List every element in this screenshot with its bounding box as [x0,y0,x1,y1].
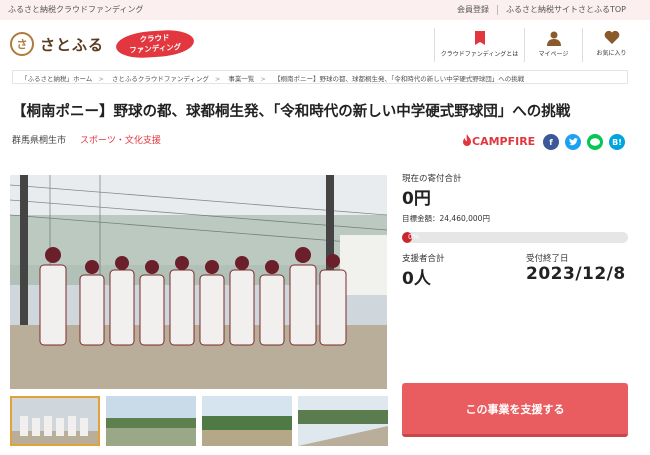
share-buttons: f B! [543,134,631,150]
nav-favorites[interactable]: お気に入り [582,28,640,62]
progress-percent: 0% [408,233,420,241]
prefecture-label[interactable]: 群馬県桐生市 [12,133,66,146]
site-header: さ さとふる クラウド ファンディング クラウドファンディングとは マイページ … [0,20,650,68]
satofull-top-link[interactable]: ふるさと納税サイトさとふるTOP [498,4,634,15]
breadcrumb-crowdfunding[interactable]: さとふるクラウドファンディング [112,75,209,83]
current-total-value: 0円 [402,189,431,209]
twitter-icon[interactable] [565,134,581,150]
main-project-photo[interactable] [10,175,387,389]
progress-bar: 0% [402,232,628,243]
end-date-label: 受付終了日 [526,254,569,264]
supporters-value: 0人 [402,269,431,289]
flame-icon [462,134,472,149]
crowdfunding-badge[interactable]: クラウド ファンディング [115,28,195,60]
supporters-label: 支援者合計 [402,254,445,264]
line-icon[interactable] [587,134,603,150]
site-logo[interactable]: さ さとふる [10,32,104,56]
thumbnail-field-2[interactable] [202,396,292,446]
goal-amount: 目標金額：24,460,000円 [402,214,490,223]
nav-label: マイページ [538,51,569,58]
breadcrumb-sep: > [260,75,266,83]
funding-panel: 現在の寄付合計 0円 目標金額：24,460,000円 0% 支援者合計 0人 … [402,172,628,289]
person-icon [546,30,562,46]
hatena-icon[interactable]: B! [609,134,625,150]
current-total-label: 現在の寄付合計 [402,174,462,184]
breadcrumb-sep: > [214,75,221,83]
thumbnail-field-3[interactable] [298,396,388,446]
top-links: 会員登録 ふるさと納税サイトさとふるTOP [449,4,634,15]
nav-mypage[interactable]: マイページ [524,28,582,62]
breadcrumb: 「ふるさと納税」ホーム > さとふるクラウドファンディング > 事業一覧 > 【桐南ポ… [12,70,628,84]
breadcrumb-sep: > [98,75,104,83]
page-title: 【桐南ポニー】野球の都、球都桐生発、「令和時代の新しい中学硬式野球団」への挑戦 [12,104,571,120]
category-label[interactable]: スポーツ・文化支援 [80,133,161,146]
nav-label: クラウドファンディングとは [440,51,519,58]
thumbnail-field-1[interactable] [106,396,196,446]
campfire-logo[interactable]: CAMPFIRE [462,134,535,149]
stats-row: 支援者合計 0人 受付終了日 2023/12/8 [402,252,628,289]
thumbnail-strip [10,396,394,446]
logo-mark: さ [10,32,34,56]
top-bar: ふるさと納税クラウドファンディング 会員登録 ふるさと納税サイトさとふるTOP [0,0,650,20]
logo-text: さとふる [40,35,105,54]
heart-icon [604,30,620,45]
register-link[interactable]: 会員登録 [449,4,497,15]
campfire-text: CAMPFIRE [472,135,536,148]
site-tagline: ふるさと納税クラウドファンディング [8,5,144,14]
nav-label: お気に入り [596,50,627,57]
facebook-icon[interactable]: f [543,134,559,150]
header-nav: クラウドファンディングとは マイページ お気に入り [434,28,640,62]
breadcrumb-current: 【桐南ポニー】野球の都、球都桐生発、「令和時代の新しい中学硬式野球団」への挑戦 [273,75,525,83]
support-button[interactable]: この事業を支援する [402,383,628,437]
breadcrumb-projects[interactable]: 事業一覧 [228,75,254,83]
end-date-value: 2023/12/8 [526,264,626,284]
project-meta: 群馬県桐生市 スポーツ・文化支援 [12,133,161,146]
nav-crowdfunding-about[interactable]: クラウドファンディングとは [434,28,524,62]
thumbnail-team[interactable] [10,396,100,446]
book-icon [473,30,487,46]
breadcrumb-home[interactable]: 「ふるさと納税」ホーム [21,75,92,83]
team-photo-illustration [10,175,387,389]
